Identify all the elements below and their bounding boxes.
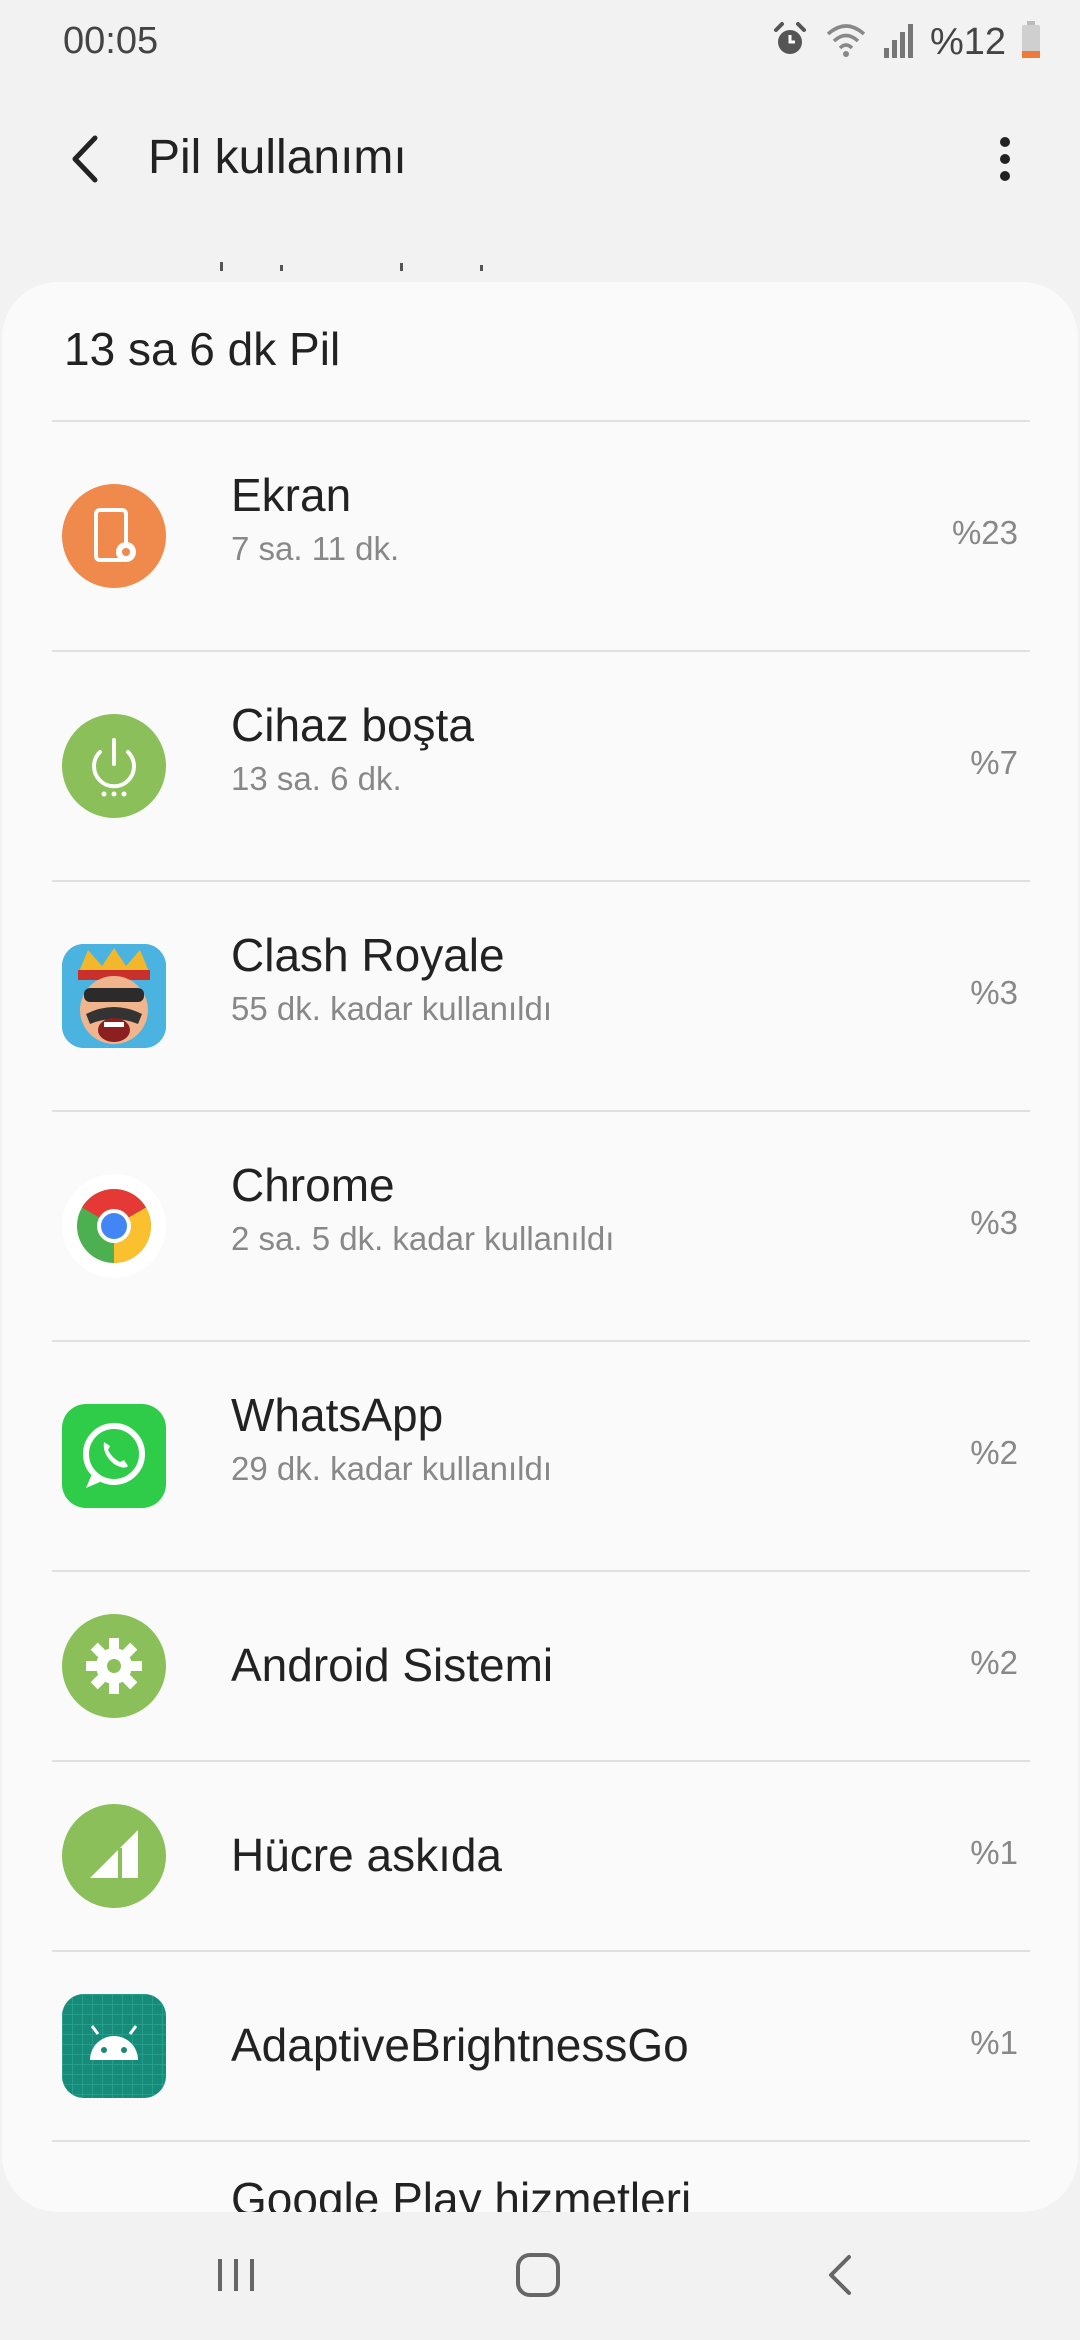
wifi-icon bbox=[824, 20, 868, 65]
list-item-percent: %3 bbox=[970, 974, 1018, 1011]
list-item-title: Google Play hizmetleri bbox=[231, 2173, 692, 2212]
page-title: Pil kullanımı bbox=[148, 131, 407, 184]
home-icon bbox=[514, 2251, 562, 2304]
screen-icon bbox=[62, 484, 166, 588]
list-item-title: Ekran bbox=[231, 469, 352, 521]
cell-standby-icon bbox=[62, 1804, 166, 1908]
list-item-ekran[interactable]: Ekran 7 sa. 11 dk. %23 bbox=[2, 422, 1078, 650]
list-item-adaptivebrightnessgo[interactable]: AdaptiveBrightnessGo %1 bbox=[2, 1952, 1078, 2140]
status-bar: 00:05 %12 bbox=[0, 0, 1080, 84]
power-idle-icon bbox=[62, 714, 166, 818]
list-item-title: Clash Royale bbox=[231, 929, 505, 981]
back-button[interactable] bbox=[50, 126, 120, 196]
app-bar: Pil kullanımı bbox=[0, 100, 1080, 220]
nav-back-icon bbox=[825, 2253, 855, 2302]
battery-icon bbox=[1020, 20, 1042, 65]
list-item-title: Hücre askıda bbox=[231, 1829, 503, 1881]
list-item-title: Chrome bbox=[231, 1159, 395, 1211]
list-item-title: WhatsApp bbox=[231, 1389, 444, 1441]
home-button[interactable] bbox=[488, 2232, 588, 2322]
list-item-detail: 7 sa. 11 dk. bbox=[231, 530, 400, 567]
list-item-android-sistemi[interactable]: Android Sistemi %2 bbox=[2, 1572, 1078, 1760]
list-item-clash-royale[interactable]: Clash Royale 55 dk. kadar kullanıldı %3 bbox=[2, 882, 1078, 1110]
whatsapp-icon bbox=[62, 1404, 166, 1508]
alarm-icon bbox=[770, 20, 810, 65]
status-icons: %12 bbox=[770, 18, 1042, 66]
scrolled-content-fragment bbox=[180, 256, 520, 272]
android-system-gear-icon bbox=[62, 1614, 166, 1718]
list-item-detail: 2 sa. 5 dk. kadar kullanıldı bbox=[231, 1220, 615, 1257]
recents-button[interactable] bbox=[186, 2232, 286, 2322]
navigation-bar bbox=[0, 2212, 1080, 2340]
list-item-detail: 13 sa. 6 dk. bbox=[231, 760, 402, 797]
list-item-chrome[interactable]: Chrome 2 sa. 5 dk. kadar kullanıldı %3 bbox=[2, 1112, 1078, 1340]
list-item-whatsapp[interactable]: WhatsApp 29 dk. kadar kullanıldı %2 bbox=[2, 1342, 1078, 1570]
nav-back-button[interactable] bbox=[790, 2232, 890, 2322]
more-vert-icon bbox=[997, 134, 1013, 189]
list-item-title: AdaptiveBrightnessGo bbox=[231, 2019, 689, 2071]
recents-icon bbox=[216, 2255, 256, 2300]
android-app-icon bbox=[62, 1994, 166, 2098]
chrome-icon bbox=[62, 1174, 166, 1278]
battery-percent: %12 bbox=[929, 20, 1006, 63]
google-play-services-icon bbox=[62, 2182, 166, 2212]
list-item-percent: %2 bbox=[970, 1434, 1018, 1471]
list-item-title: Android Sistemi bbox=[231, 1639, 554, 1691]
list-item-google-play-hizmetleri[interactable]: Google Play hizmetleri bbox=[2, 2142, 1078, 2212]
list-item-detail: 29 dk. kadar kullanıldı bbox=[231, 1450, 553, 1487]
battery-summary: 13 sa 6 dk Pil bbox=[64, 323, 341, 375]
list-item-percent: %3 bbox=[970, 1204, 1018, 1241]
signal-icon bbox=[882, 20, 916, 65]
list-item-percent: %23 bbox=[951, 514, 1018, 551]
list-item-detail: 55 dk. kadar kullanıldı bbox=[231, 990, 553, 1027]
list-item-cihaz-bosta[interactable]: Cihaz boşta 13 sa. 6 dk. %7 bbox=[2, 652, 1078, 880]
list-item-hucre-askida[interactable]: Hücre askıda %1 bbox=[2, 1762, 1078, 1950]
list-item-percent: %2 bbox=[970, 1644, 1018, 1681]
list-item-percent: %1 bbox=[970, 2024, 1018, 2061]
battery-usage-card: 13 sa 6 dk Pil Ekran 7 sa. 11 dk. %23 Ci… bbox=[2, 282, 1078, 2212]
more-options-button[interactable] bbox=[970, 126, 1040, 196]
list-item-percent: %1 bbox=[970, 1834, 1018, 1871]
clash-royale-icon bbox=[62, 944, 166, 1048]
list-item-title: Cihaz boşta bbox=[231, 699, 474, 751]
list-item-percent: %7 bbox=[970, 744, 1018, 781]
back-arrow-icon bbox=[65, 134, 105, 189]
status-time: 00:05 bbox=[63, 20, 159, 62]
